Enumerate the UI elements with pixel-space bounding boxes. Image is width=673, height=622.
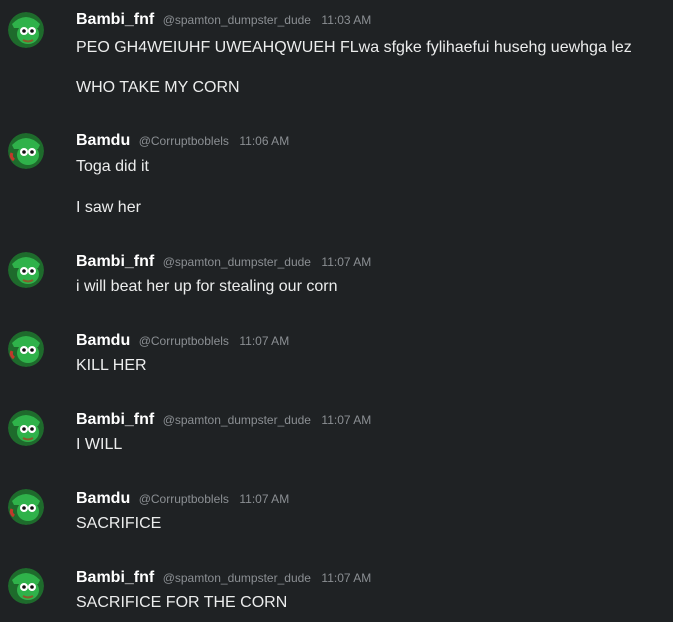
user-handle: @spamton_dumpster_dude (162, 571, 311, 585)
message-text: WHO TAKE MY CORN (76, 79, 240, 96)
username[interactable]: Bamdu (76, 490, 130, 507)
user-handle: @spamton_dumpster_dude (162, 413, 311, 427)
avatar[interactable] (8, 331, 44, 367)
avatar[interactable] (8, 489, 44, 525)
user-handle: @Corruptboblels (138, 492, 229, 506)
green-character-avatar-icon (8, 568, 44, 604)
message-header: Bamdu @Corruptboblels 11:06 AM (76, 131, 289, 151)
username[interactable]: Bambi_fnf (76, 569, 154, 586)
user-handle: @Corruptboblels (138, 134, 229, 148)
avatar[interactable] (8, 568, 44, 604)
message-text: i will beat her up for stealing our corn (76, 278, 338, 295)
timestamp: 11:03 AM (321, 13, 372, 27)
avatar[interactable] (8, 410, 44, 446)
user-handle: @Corruptboblels (138, 334, 229, 348)
username[interactable]: Bambi_fnf (76, 411, 154, 428)
message-text: SACRIFICE FOR THE CORN (76, 594, 288, 611)
username[interactable]: Bambi_fnf (76, 11, 154, 28)
message-text: KILL HER (76, 357, 147, 374)
message-header: Bambi_fnf @spamton_dumpster_dude 11:07 A… (76, 568, 371, 588)
green-character-avatar-icon (8, 331, 44, 367)
timestamp: 11:07 AM (321, 571, 372, 585)
message-text: SACRIFICE (76, 515, 162, 532)
message-text: PEO GH4WEIUHF UWEAHQWUEH FLwa sfgke fyli… (76, 39, 632, 56)
green-character-avatar-icon (8, 12, 44, 48)
avatar[interactable] (8, 133, 44, 169)
message-header: Bamdu @Corruptboblels 11:07 AM (76, 331, 289, 351)
chat-log: Bambi_fnf @spamton_dumpster_dude 11:03 A… (0, 0, 673, 622)
message-header: Bambi_fnf @spamton_dumpster_dude 11:07 A… (76, 252, 371, 272)
green-character-avatar-icon (8, 489, 44, 525)
timestamp: 11:07 AM (239, 334, 290, 348)
message-header: Bambi_fnf @spamton_dumpster_dude 11:03 A… (76, 10, 371, 30)
message-header: Bamdu @Corruptboblels 11:07 AM (76, 489, 289, 509)
username[interactable]: Bambi_fnf (76, 253, 154, 270)
timestamp: 11:06 AM (239, 134, 290, 148)
green-character-avatar-icon (8, 252, 44, 288)
message-text: Toga did it (76, 158, 149, 175)
timestamp: 11:07 AM (321, 413, 372, 427)
avatar[interactable] (8, 12, 44, 48)
green-character-avatar-icon (8, 410, 44, 446)
username[interactable]: Bamdu (76, 132, 130, 149)
avatar[interactable] (8, 252, 44, 288)
message-text: I WILL (76, 436, 123, 453)
user-handle: @spamton_dumpster_dude (162, 13, 311, 27)
user-handle: @spamton_dumpster_dude (162, 255, 311, 269)
message-header: Bambi_fnf @spamton_dumpster_dude 11:07 A… (76, 410, 371, 430)
green-character-avatar-icon (8, 133, 44, 169)
timestamp: 11:07 AM (239, 492, 290, 506)
timestamp: 11:07 AM (321, 255, 372, 269)
username[interactable]: Bamdu (76, 332, 130, 349)
message-text: I saw her (76, 199, 141, 216)
